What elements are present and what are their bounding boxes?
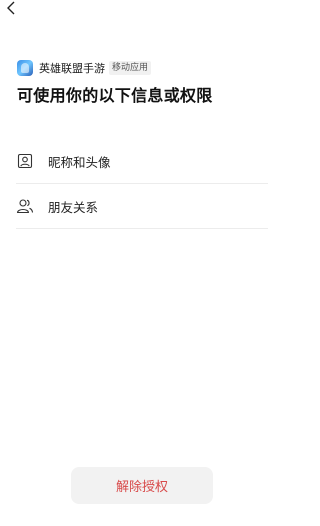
back-button[interactable] [2, 0, 20, 16]
permission-item-friends: 朋友关系 [16, 184, 268, 229]
app-name: 英雄联盟手游 [39, 62, 105, 75]
revoke-authorization-button[interactable]: 解除授权 [71, 467, 213, 504]
app-logo-icon [17, 60, 33, 76]
friends-icon [16, 197, 34, 215]
permission-label: 朋友关系 [48, 199, 99, 215]
chevron-left-icon [7, 1, 15, 15]
permission-list: 昵称和头像 朋友关系 [16, 139, 268, 229]
permission-item-profile: 昵称和头像 [16, 139, 268, 184]
page-title: 可使用你的以下信息或权限 [17, 86, 213, 105]
permission-label: 昵称和头像 [48, 154, 111, 170]
profile-card-icon [16, 152, 34, 170]
app-type-badge: 移动应用 [109, 61, 152, 75]
revoke-button-label: 解除授权 [115, 480, 168, 495]
app-info: 英雄联盟手游 移动应用 [17, 59, 152, 77]
